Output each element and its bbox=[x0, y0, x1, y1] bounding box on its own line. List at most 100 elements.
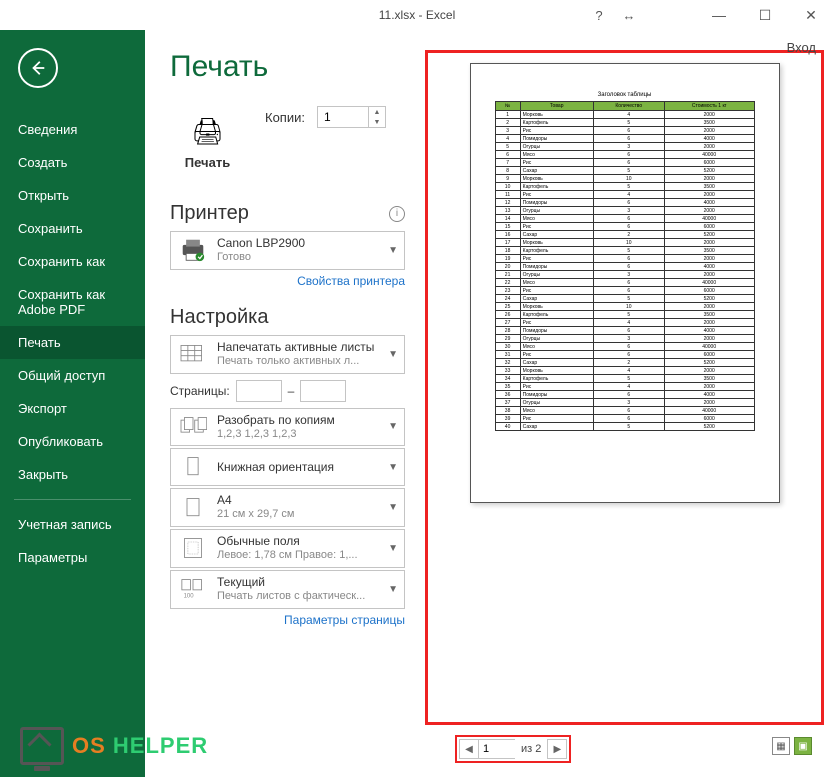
info-icon[interactable]: i bbox=[389, 206, 405, 222]
table-row: 34Картофель53500 bbox=[495, 375, 754, 383]
table-row: 16Сахар25200 bbox=[495, 231, 754, 239]
table-row: 37Огурцы32000 bbox=[495, 399, 754, 407]
help-icon[interactable]: ? bbox=[584, 0, 614, 30]
close-button[interactable]: ✕ bbox=[788, 0, 834, 30]
chevron-down-icon: ▼ bbox=[388, 349, 398, 360]
table-row: 13Огурцы32000 bbox=[495, 207, 754, 215]
table-row: 23Рис66000 bbox=[495, 287, 754, 295]
nav-bottom-1[interactable]: Параметры bbox=[0, 541, 145, 574]
paper-size-dropdown[interactable]: A421 см x 29,7 см ▼ bbox=[170, 488, 405, 527]
table-row: 3Рис62000 bbox=[495, 127, 754, 135]
table-row: 39Рис66000 bbox=[495, 415, 754, 423]
pages-label: Страницы: bbox=[170, 384, 230, 398]
table-row: 7Рис66000 bbox=[495, 159, 754, 167]
nav-item-8[interactable]: Экспорт bbox=[0, 392, 145, 425]
table-row: 29Огурцы32000 bbox=[495, 335, 754, 343]
maximize-button[interactable]: ☐ bbox=[742, 0, 788, 30]
table-row: 2Картофель53500 bbox=[495, 119, 754, 127]
show-margins-button[interactable]: ▦ bbox=[772, 737, 790, 755]
prev-page-button[interactable]: ◀ bbox=[459, 739, 479, 759]
table-row: 22Мясо640000 bbox=[495, 279, 754, 287]
table-row: 26Картофель53500 bbox=[495, 311, 754, 319]
table-row: 36Помидоры64000 bbox=[495, 391, 754, 399]
zoom-to-page-button[interactable]: ▣ bbox=[794, 737, 812, 755]
nav-item-7[interactable]: Общий доступ bbox=[0, 359, 145, 392]
pages-to-input[interactable] bbox=[300, 380, 346, 402]
scaling-dropdown[interactable]: 100 ТекущийПечать листов с фактическ... … bbox=[170, 570, 405, 609]
preview-highlight: Заголовок таблицы №ТоварКоличествоСтоимо… bbox=[425, 50, 824, 725]
preview-table: №ТоварКоличествоСтоимость 1 кг 1Морковь4… bbox=[495, 101, 755, 431]
scaling-icon: 100 bbox=[177, 575, 209, 603]
minimize-button[interactable]: — bbox=[696, 0, 742, 30]
table-row: 18Картофель53500 bbox=[495, 247, 754, 255]
chevron-down-icon: ▼ bbox=[388, 245, 398, 256]
page-of-label: из 2 bbox=[515, 743, 547, 755]
print-settings: Печать 🖨 Печать Копии: ▲▼ Принтер i bbox=[170, 50, 405, 767]
current-page-input[interactable] bbox=[479, 739, 515, 759]
printer-properties-link[interactable]: Свойства принтера bbox=[170, 274, 405, 288]
back-button[interactable] bbox=[18, 48, 58, 88]
collate-dropdown[interactable]: Разобрать по копиям1,2,3 1,2,3 1,2,3 ▼ bbox=[170, 408, 405, 447]
chevron-down-icon: ▼ bbox=[388, 502, 398, 513]
copies-spinner[interactable]: ▲▼ bbox=[317, 106, 386, 128]
page-navigator: ◀ из 2 ▶ bbox=[455, 735, 571, 763]
table-row: 35Рис42000 bbox=[495, 383, 754, 391]
nav-item-10[interactable]: Закрыть bbox=[0, 458, 145, 491]
nav-item-2[interactable]: Открыть bbox=[0, 179, 145, 212]
nav-item-5[interactable]: Сохранить как Adobe PDF bbox=[0, 278, 145, 326]
table-row: 21Огурцы32000 bbox=[495, 271, 754, 279]
cursor-monitor-icon bbox=[20, 727, 64, 765]
margins-dropdown[interactable]: Обычные поляЛевое: 1,78 см Правое: 1,...… bbox=[170, 529, 405, 568]
table-row: 10Картофель53500 bbox=[495, 183, 754, 191]
table-row: 40Сахар55200 bbox=[495, 423, 754, 431]
nav-item-0[interactable]: Сведения bbox=[0, 113, 145, 146]
chevron-down-icon: ▼ bbox=[388, 584, 398, 595]
touch-mode-icon[interactable]: ↔ bbox=[614, 0, 644, 30]
printer-status: Готово bbox=[217, 251, 380, 265]
print-button[interactable]: 🖨 Печать bbox=[170, 102, 245, 184]
table-row: 6Мясо640000 bbox=[495, 151, 754, 159]
watermark: OS HELPER bbox=[20, 727, 208, 765]
backstage-sidebar: СведенияСоздатьОткрытьСохранитьСохранить… bbox=[0, 30, 145, 777]
spin-down-icon[interactable]: ▼ bbox=[369, 117, 385, 127]
printer-ready-icon bbox=[177, 236, 209, 264]
setup-section-title: Настройка bbox=[170, 306, 268, 329]
table-row: 19Рис62000 bbox=[495, 255, 754, 263]
arrow-left-icon bbox=[29, 59, 47, 77]
signin-link[interactable]: Вход bbox=[787, 40, 816, 55]
nav-item-1[interactable]: Создать bbox=[0, 146, 145, 179]
titlebar: 11.xlsx - Excel ? ↔ — ☐ ✕ bbox=[0, 0, 834, 30]
pages-from-input[interactable] bbox=[236, 380, 282, 402]
nav-item-9[interactable]: Опубликовать bbox=[0, 425, 145, 458]
table-row: 30Мясо640000 bbox=[495, 343, 754, 351]
table-row: 12Помидоры64000 bbox=[495, 199, 754, 207]
nav-item-4[interactable]: Сохранить как bbox=[0, 245, 145, 278]
chevron-down-icon: ▼ bbox=[388, 421, 398, 432]
table-row: 15Рис66000 bbox=[495, 223, 754, 231]
collate-icon bbox=[177, 413, 209, 441]
nav-item-6[interactable]: Печать bbox=[0, 326, 145, 359]
table-row: 25Морковь102000 bbox=[495, 303, 754, 311]
nav-bottom-0[interactable]: Учетная запись bbox=[0, 508, 145, 541]
printer-dropdown[interactable]: Canon LBP2900 Готово ▼ bbox=[170, 231, 405, 270]
print-what-dropdown[interactable]: Напечатать активные листыПечать только а… bbox=[170, 335, 405, 374]
table-row: 31Рис66000 bbox=[495, 351, 754, 359]
chevron-down-icon: ▼ bbox=[388, 543, 398, 554]
printer-section-title: Принтер bbox=[170, 202, 249, 225]
spin-up-icon[interactable]: ▲ bbox=[369, 107, 385, 117]
orientation-dropdown[interactable]: Книжная ориентация ▼ bbox=[170, 448, 405, 486]
table-row: 27Рис42000 bbox=[495, 319, 754, 327]
next-page-button[interactable]: ▶ bbox=[547, 739, 567, 759]
copies-input[interactable] bbox=[318, 107, 368, 127]
window-title: 11.xlsx - Excel bbox=[379, 8, 455, 22]
page-icon bbox=[177, 494, 209, 522]
page-setup-link[interactable]: Параметры страницы bbox=[170, 613, 405, 627]
chevron-down-icon: ▼ bbox=[388, 462, 398, 473]
printer-icon: 🖨 bbox=[191, 116, 224, 147]
table-row: 5Огурцы32000 bbox=[495, 143, 754, 151]
portrait-icon bbox=[177, 453, 209, 481]
nav-item-3[interactable]: Сохранить bbox=[0, 212, 145, 245]
table-row: 14Мясо640000 bbox=[495, 215, 754, 223]
table-row: 8Сахар55200 bbox=[495, 167, 754, 175]
printer-name: Canon LBP2900 bbox=[217, 236, 380, 251]
